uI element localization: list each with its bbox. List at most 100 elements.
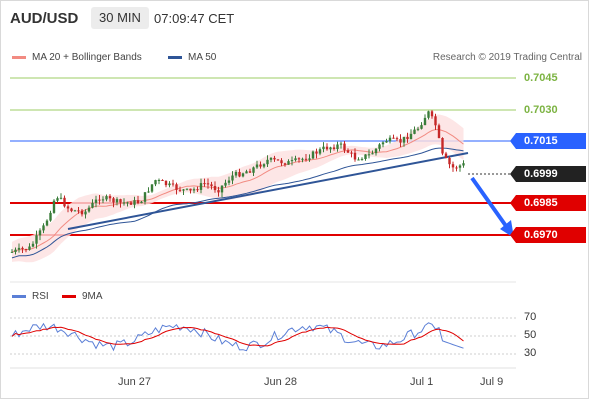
candle-body: [175, 184, 178, 190]
candle-body: [455, 167, 458, 169]
rsi-label-30: 30: [524, 347, 537, 359]
rsi-label-50: 50: [524, 329, 537, 341]
candle-body: [336, 144, 339, 149]
candle-body: [66, 206, 70, 209]
candle-body: [430, 111, 434, 117]
candle-body: [196, 189, 199, 191]
candle-body: [178, 189, 182, 191]
candle-body: [339, 143, 343, 145]
candle-body: [185, 188, 189, 190]
candle-body: [119, 199, 122, 203]
ma9-swatch-icon: [62, 294, 76, 298]
candle-body: [343, 143, 346, 151]
candle-body: [150, 184, 154, 192]
price-tag-0-7015: 0.7015: [510, 133, 586, 149]
candle-body: [17, 247, 21, 250]
candle-body: [59, 197, 63, 199]
candle-body: [45, 220, 49, 226]
candle-body: [290, 160, 294, 162]
candle-body: [210, 184, 213, 186]
price-tag-0-6985: 0.6985: [510, 195, 586, 211]
candle-body: [259, 164, 262, 167]
x-label-jul-9: Jul 9: [480, 376, 504, 388]
candle-body: [252, 167, 255, 173]
candle-body: [241, 173, 245, 177]
candle-body: [276, 159, 280, 161]
candle-body: [413, 129, 416, 134]
candle-body: [73, 210, 77, 212]
candle-body: [171, 183, 175, 185]
candle-body: [357, 159, 360, 161]
candle-body: [84, 211, 87, 215]
price-tag-0-6970: 0.6970: [510, 227, 586, 243]
price-tag-0-7045: 0.7045: [524, 72, 558, 84]
candle-body: [392, 137, 395, 139]
candle-body: [161, 180, 164, 181]
legend-ma9: 9MA: [62, 291, 103, 302]
candle-body: [192, 189, 196, 191]
candle-body: [220, 185, 224, 193]
candle-body: [129, 202, 133, 205]
candle-body: [388, 137, 392, 142]
candle-body: [182, 189, 185, 191]
x-label-jul-1: Jul 1: [410, 376, 434, 388]
candle-body: [42, 225, 45, 231]
candle-body: [395, 138, 399, 140]
candle-body: [28, 246, 31, 250]
candle-body: [35, 235, 38, 244]
candle-body: [77, 210, 80, 212]
candle-body: [49, 212, 52, 221]
candle-body: [399, 139, 402, 143]
candle-body: [434, 116, 437, 126]
bollinger-band-area: [12, 114, 464, 263]
candle-body: [423, 117, 427, 126]
candle-body: [14, 249, 17, 252]
candle-body: [213, 186, 217, 191]
candle-body: [140, 201, 143, 204]
candle-body: [402, 136, 406, 143]
candle-body: [245, 171, 248, 174]
candle-body: [108, 196, 112, 199]
candle-body: [322, 146, 325, 150]
candle-body: [378, 144, 381, 149]
candle-body: [353, 152, 357, 160]
candle-body: [31, 243, 35, 247]
candle-body: [444, 153, 448, 158]
candle-body: [206, 183, 210, 185]
candle-body: [112, 198, 115, 203]
candle-body: [133, 200, 136, 205]
candle-body: [70, 208, 73, 212]
candle-body: [24, 249, 28, 251]
candle-body: [136, 200, 140, 204]
candle-body: [385, 141, 388, 143]
candle-body: [409, 133, 413, 140]
candle-body: [329, 147, 332, 150]
candle-body: [350, 152, 353, 154]
candle-body: [381, 142, 385, 145]
candle-body: [217, 190, 220, 193]
candle-body: [332, 147, 336, 149]
x-label-jun-28: Jun 28: [264, 376, 298, 388]
chart-canvas[interactable]: [0, 0, 590, 400]
candle-body: [458, 165, 462, 168]
candle-body: [91, 202, 94, 208]
candle-body: [297, 158, 301, 160]
candle-body: [98, 199, 101, 201]
candle-body: [283, 163, 287, 165]
candle-body: [164, 180, 168, 186]
candle-body: [38, 230, 42, 236]
candle-body: [315, 151, 318, 154]
legend-rsi: RSI: [12, 291, 49, 302]
candle-body: [238, 172, 241, 177]
candle-body: [364, 154, 367, 159]
candle-body: [227, 180, 231, 183]
candle-body: [10, 251, 14, 253]
candle-body: [80, 210, 84, 215]
candle-body: [168, 183, 171, 186]
candle-body: [122, 202, 126, 204]
candle-body: [94, 199, 98, 203]
candle-body: [21, 247, 24, 250]
candle-body: [437, 125, 441, 138]
legend-ma9-label: 9MA: [82, 291, 103, 302]
candle-body: [87, 207, 91, 212]
